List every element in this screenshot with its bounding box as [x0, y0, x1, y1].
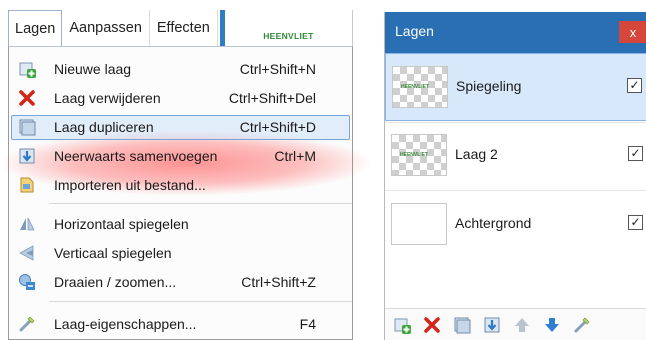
- menu-separator: [49, 301, 352, 302]
- layer-visibility-checkbox[interactable]: ✓: [627, 78, 642, 93]
- menu-item-label: Nieuwe laag: [54, 60, 132, 77]
- menu-separator: [49, 203, 352, 204]
- menu-item-label: Draaien / zoomen...: [54, 273, 177, 290]
- layer-name: Spiegeling: [456, 78, 522, 94]
- menu-item-label: Importeren uit bestand...: [54, 176, 206, 193]
- layer-visibility-checkbox[interactable]: ✓: [628, 215, 643, 230]
- duplicate-layer-icon: [19, 119, 36, 135]
- menu-item-shortcut: F4: [299, 315, 316, 332]
- menu-item-label: Verticaal spiegelen: [54, 244, 172, 261]
- move-down-icon[interactable]: [543, 316, 561, 334]
- menu-tab-label: Effecten: [156, 20, 210, 36]
- merge-down-icon[interactable]: [483, 316, 501, 334]
- menu-item-verticaal-spiegelen[interactable]: Verticaal spiegelen: [9, 238, 352, 267]
- layer-properties-icon[interactable]: [573, 316, 591, 334]
- layer-name: Achtergrond: [455, 215, 532, 231]
- menu-item-neerwaarts-samenvoegen[interactable]: Neerwaarts samenvoegen Ctrl+M: [9, 141, 352, 170]
- menu-item-label: Laag-eigenschappen...: [54, 315, 197, 332]
- layer-row-laag-2[interactable]: HEENVLIET Laag 2 ✓: [385, 122, 646, 190]
- layer-properties-icon: [19, 316, 35, 331]
- menu-tab-effecten[interactable]: Effecten: [150, 10, 218, 46]
- menu-item-laag-verwijderen[interactable]: Laag verwijderen Ctrl+Shift+Del: [9, 83, 352, 112]
- layer-name: Laag 2: [455, 146, 498, 162]
- menu-tab-label: Aanpassen: [69, 20, 142, 36]
- delete-layer-icon: [19, 89, 35, 106]
- lagen-dropdown-menu: Nieuwe laag Ctrl+Shift+N Laag verwijdere…: [3, 46, 369, 340]
- layers-panel: Lagen x HEENVLIET Spiegeling ✓ HEENVLIET…: [384, 12, 646, 340]
- panel-title: Lagen: [395, 23, 434, 39]
- layers-toolbar: [385, 308, 646, 340]
- duplicate-layer-icon[interactable]: [453, 316, 471, 334]
- menu-item-label: Laag dupliceren: [54, 118, 154, 135]
- close-icon[interactable]: x: [619, 21, 646, 43]
- thumbnail-text: HEENVLIET: [400, 152, 429, 158]
- menu-tab-label: Lagen: [15, 20, 56, 37]
- menu-item-shortcut: Ctrl+M: [274, 147, 316, 164]
- menu-item-draaien-zoomen[interactable]: Draaien / zoomen... Ctrl+Shift+Z: [9, 267, 352, 296]
- panel-title-bar: Lagen x: [385, 12, 646, 50]
- import-file-icon: [20, 177, 34, 192]
- menu-item-importeren[interactable]: Importeren uit bestand...: [9, 170, 352, 199]
- menu-bar: Lagen Aanpassen Effecten HEENVLIET: [8, 10, 353, 46]
- delete-layer-icon[interactable]: [423, 316, 441, 334]
- checkmark-icon: ✓: [629, 78, 640, 92]
- rotate-zoom-icon: [19, 273, 35, 290]
- move-up-icon[interactable]: [513, 316, 531, 334]
- menu-item-horizontaal-spiegelen[interactable]: Horizontaal spiegelen: [9, 209, 352, 238]
- layer-row-spiegeling[interactable]: HEENVLIET Spiegeling ✓: [385, 53, 646, 121]
- merge-down-icon: [19, 148, 35, 163]
- close-label: x: [629, 24, 637, 40]
- menu-item-label: Neerwaarts samenvoegen: [54, 147, 218, 164]
- menu-item-laag-eigenschappen[interactable]: Laag-eigenschappen... F4: [9, 309, 352, 338]
- menu-tab-lagen[interactable]: Lagen: [8, 10, 63, 46]
- checkmark-icon: ✓: [630, 146, 641, 160]
- add-layer-icon[interactable]: [393, 316, 411, 334]
- menu-item-label: Laag verwijderen: [54, 89, 161, 106]
- flip-vertical-icon: [19, 244, 34, 261]
- layers-menu-screenshot: Lagen Aanpassen Effecten HEENVLIET Nieuw…: [0, 0, 369, 340]
- menu-tab-aanpassen[interactable]: Aanpassen: [62, 10, 150, 46]
- menu-item-nieuwe-laag[interactable]: Nieuwe laag Ctrl+Shift+N: [9, 54, 352, 83]
- document-tab-brand[interactable]: HEENVLIET: [225, 10, 353, 46]
- layer-thumbnail: [391, 203, 447, 245]
- checkmark-icon: ✓: [630, 215, 641, 229]
- menu-item-shortcut: Ctrl+Shift+D: [239, 118, 316, 135]
- layer-visibility-checkbox[interactable]: ✓: [628, 146, 643, 161]
- thumbnail-text: HEENVLIET: [401, 84, 430, 90]
- layer-thumbnail: HEENVLIET: [392, 66, 448, 108]
- layer-row-achtergrond[interactable]: Achtergrond ✓: [385, 191, 646, 259]
- layer-thumbnail: HEENVLIET: [391, 134, 447, 176]
- menu-item-shortcut: Ctrl+Shift+N: [239, 60, 316, 77]
- menu-item-laag-dupliceren[interactable]: Laag dupliceren Ctrl+Shift+D: [9, 112, 352, 141]
- flip-horizontal-icon: [20, 217, 35, 230]
- menu-item-label: Horizontaal spiegelen: [54, 215, 189, 232]
- menu-item-shortcut: Ctrl+Shift+Z: [241, 273, 316, 290]
- new-layer-icon: [19, 62, 36, 78]
- menu-item-shortcut: Ctrl+Shift+Del: [228, 89, 316, 106]
